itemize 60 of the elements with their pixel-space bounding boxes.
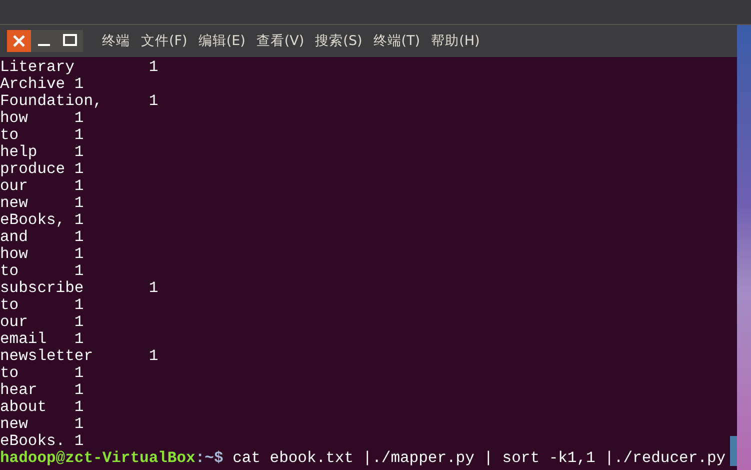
output-word: our <box>0 313 28 331</box>
output-count: 1 <box>74 161 84 178</box>
output-word: produce <box>0 160 66 178</box>
output-count: 1 <box>74 331 84 348</box>
maximize-icon[interactable] <box>57 30 83 52</box>
output-word: and <box>0 228 28 246</box>
output-word: to <box>0 364 19 382</box>
close-icon[interactable] <box>7 30 31 52</box>
output-count: 1 <box>74 433 84 450</box>
output-count: 1 <box>74 382 84 399</box>
output-count: 1 <box>74 416 84 433</box>
output-word: Archive <box>0 75 66 93</box>
output-count: 1 <box>74 314 84 331</box>
output-count: 1 <box>148 59 158 76</box>
output-word: to <box>0 296 19 314</box>
output-word: eBooks, <box>0 211 66 229</box>
menu-item[interactable]: 搜索(S) <box>315 32 362 50</box>
output-count: 1 <box>148 280 158 297</box>
output-count: 1 <box>74 263 84 280</box>
app-name: 终端 <box>102 32 130 50</box>
output-word: email <box>0 330 47 348</box>
menu-item[interactable]: 查看(V) <box>256 32 304 50</box>
output-word: hear <box>0 381 38 399</box>
output-count: 1 <box>74 297 84 314</box>
menu-item[interactable]: 编辑(E) <box>198 32 246 50</box>
prompt-path: :~$ <box>195 449 224 467</box>
output-count: 1 <box>74 144 84 161</box>
output-count: 1 <box>74 195 84 212</box>
menu-item[interactable]: 终端(T) <box>373 32 420 50</box>
prompt-user-host: hadoop@zct-VirtualBox <box>0 449 196 467</box>
output-word: help <box>0 143 38 161</box>
output-count: 1 <box>74 229 84 246</box>
output-count: 1 <box>74 110 84 127</box>
output-word: Literary <box>0 58 74 76</box>
output-count: 1 <box>74 399 84 416</box>
output-word: newsletter <box>0 347 94 365</box>
output-count: 1 <box>74 76 84 93</box>
output-word: to <box>0 126 19 144</box>
menu-item[interactable]: 帮助(H) <box>431 32 480 50</box>
output-word: about <box>0 398 47 416</box>
output-count: 1 <box>148 93 158 110</box>
output-word: subscribe <box>0 279 84 297</box>
output-count: 1 <box>74 246 84 263</box>
output-count: 1 <box>74 127 84 144</box>
scrollbar-thumb[interactable] <box>730 436 737 466</box>
menu-item[interactable]: 文件(F) <box>141 32 188 50</box>
output-word: eBooks. <box>0 432 66 450</box>
output-word: new <box>0 194 28 212</box>
output-word: how <box>0 245 28 263</box>
output-count: 1 <box>74 212 84 229</box>
output-word: Foundation, <box>0 92 102 110</box>
output-word: how <box>0 109 28 127</box>
output-word: our <box>0 177 28 195</box>
output-count: 1 <box>74 178 84 195</box>
output-word: to <box>0 262 19 280</box>
output-count: 1 <box>74 365 84 382</box>
output-count: 1 <box>148 348 158 365</box>
command-text: cat ebook.txt |./mapper.py | sort -k1,1 |./reducer.py <box>232 449 726 467</box>
output-word: new <box>0 415 28 433</box>
minimize-icon[interactable] <box>31 30 57 52</box>
